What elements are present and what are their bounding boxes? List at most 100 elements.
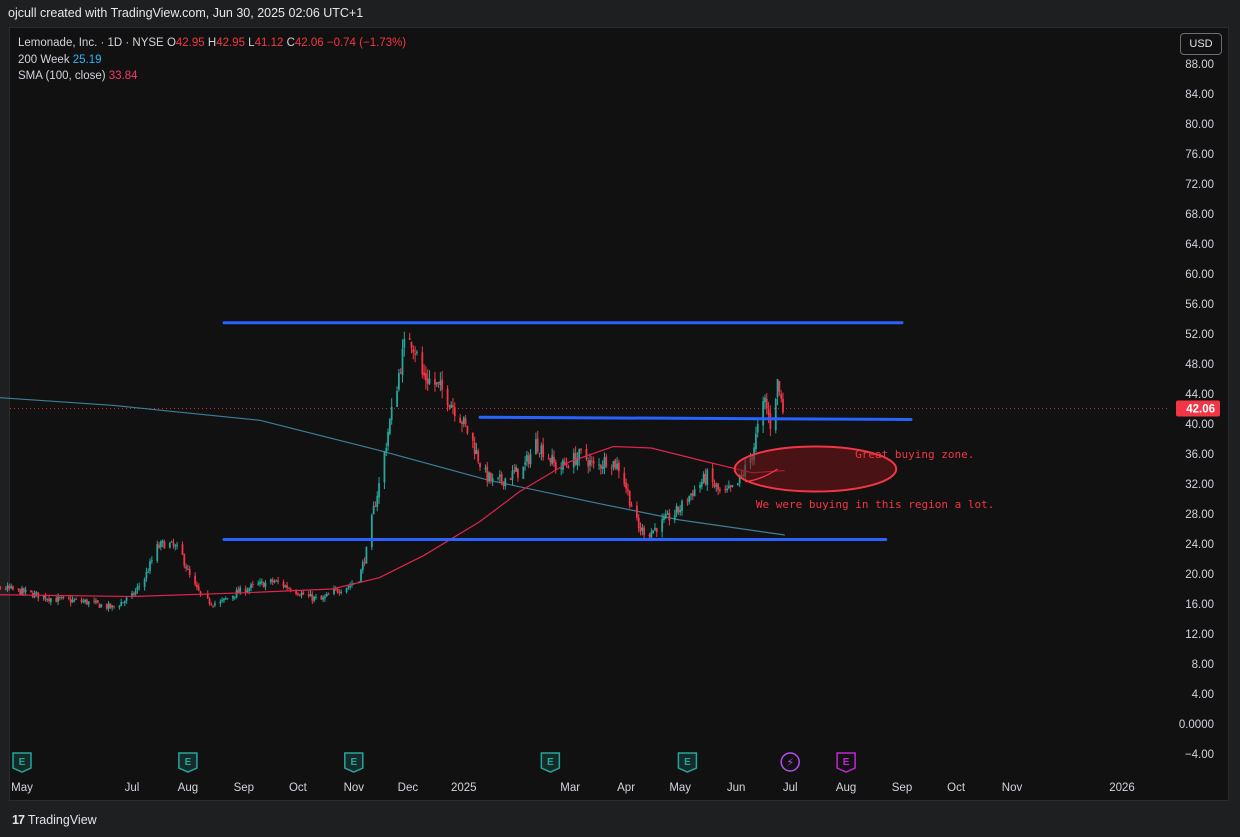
candle-body [96,600,99,603]
trendline-2[interactable] [478,415,913,421]
ma-week-row[interactable]: 200 Week 25.19 [18,52,406,69]
candle-body [574,452,577,465]
candle-body [327,593,330,595]
candle-body [535,439,537,455]
candle-body [612,461,615,468]
chart-legend: Lemonade, Inc. · 1D · NYSE O42.95 H42.95… [18,35,406,85]
currency-button[interactable]: USD [1180,33,1222,55]
candle-body [282,581,285,587]
candle-body [414,353,417,355]
candle-body [163,541,166,549]
candle-body [686,500,689,502]
candle-body [363,561,366,563]
candle-body [136,586,139,590]
candle-body [232,596,234,599]
candle-body [776,379,779,397]
candle-body [614,459,617,469]
annotation-text-1[interactable]: Great buying zone. [855,448,974,461]
candle-body [399,372,402,374]
candle-body [262,582,265,588]
candle-body [260,581,263,583]
candle-body [123,601,126,603]
candle-body [410,342,413,348]
candle-body [109,603,112,609]
candle-body [73,599,76,601]
x-tick-label: May [669,782,691,794]
ohlc-row: Lemonade, Inc. · 1D · NYSE O42.95 H42.95… [18,35,406,52]
candle-body [459,417,462,423]
candle-body [8,585,11,589]
x-tick-label: May [11,782,33,794]
candle-body [401,348,404,376]
candle-body [311,594,314,601]
candle-body [19,589,22,595]
candle-body [118,606,121,608]
candle-body [322,597,325,600]
candle-body [233,596,236,598]
candle-body [706,469,709,485]
tradingview-logo[interactable]: 17 TradingView [12,813,97,827]
candle-body [587,460,590,467]
candle-body [378,483,380,498]
candle-body [729,485,732,488]
candle-body [603,457,606,469]
sma-line [0,445,785,598]
x-tick-label: Aug [836,782,856,794]
y-tick-label: 8.00 [1192,659,1214,671]
sma-row[interactable]: SMA (100, close) 33.84 [18,68,406,85]
candle-body [277,580,279,583]
candle-body [307,594,310,597]
candle-body [715,485,718,487]
price-chart[interactable]: 88.00 84.00 80.00 76.00 72.00 68.00 64.00 60.00… [0,0,1240,805]
candle-body [437,382,440,384]
y-tick-label: 60.00 [1185,269,1214,281]
candle-body [547,458,550,460]
candle-body [221,599,224,601]
candle-body [309,594,312,597]
candle-body [625,482,627,489]
candle-body [691,492,694,497]
candle-body [372,506,375,515]
candle-body [737,483,739,485]
candle-body [464,418,467,425]
candle-body [42,595,45,598]
candle-body [58,597,61,599]
x-tick-label: Jul [783,782,798,794]
candle-body [690,493,692,496]
candle-body [453,407,456,416]
candle-body [461,422,463,425]
candle-body [567,466,570,469]
candle-body [623,472,626,485]
candle-body [497,477,499,479]
candle-body [549,458,552,463]
candle-body [251,583,254,585]
earnings-event-glyph: E [19,757,26,768]
candle-body [30,590,32,592]
candle-body [69,599,72,603]
candle-body [248,588,251,591]
candle-body [158,544,160,548]
candle-body [767,409,770,415]
candle-body [269,579,272,583]
last-price-label: 42.06 [1186,404,1215,416]
candle-body [668,513,671,521]
candle-body [105,604,108,609]
candle-body [199,591,202,594]
annotation-text-2[interactable]: We were buying in this region a lot. [756,498,994,511]
high-value: 42.95 [216,37,245,49]
candle-body [35,592,38,594]
ma-week-value: 25.19 [72,53,102,66]
candle-body [663,517,665,520]
candle-body [150,560,153,562]
x-tick-label: Oct [947,782,966,794]
candle-body [554,462,557,471]
symbol-label[interactable]: Lemonade, Inc. · 1D · NYSE [18,37,164,49]
candle-body [475,450,478,454]
candle-body [214,603,216,606]
candle-body [616,463,618,470]
candle-body [425,373,427,381]
high-label: H [207,37,217,49]
tradingview-logo-icon: 17 [12,813,25,827]
candle-body [452,405,454,408]
candle-body [185,566,187,569]
